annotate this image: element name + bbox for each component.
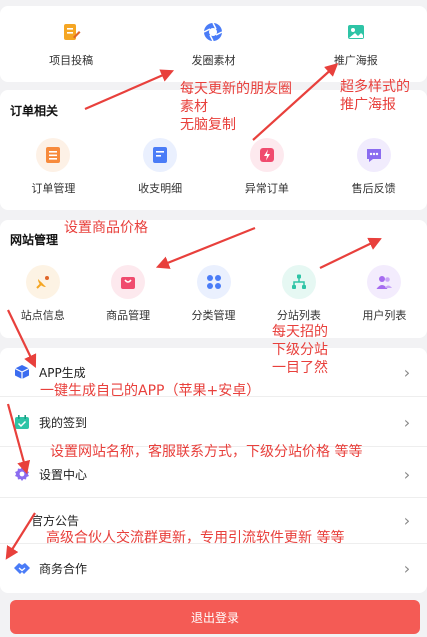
list-icon — [36, 138, 71, 172]
tree-icon — [281, 265, 316, 299]
users-icon — [367, 265, 402, 299]
grid-item-order-management[interactable]: 订单管理 — [0, 138, 107, 196]
alert-bolt-icon — [249, 138, 284, 172]
menu-row-business[interactable]: 商务合作 › — [0, 545, 427, 591]
annotation-settings: 设置网站名称，客服联系方式，下级分站价格 等等 — [50, 444, 363, 460]
grid-item-label: 推广海报 — [333, 54, 378, 67]
grid-item-label: 分类管理 — [191, 309, 236, 322]
grid-item-label: 分站列表 — [276, 309, 321, 322]
image-icon — [344, 20, 368, 44]
section-title-orders: 订单相关 — [10, 104, 59, 118]
chevron-right-icon: › — [403, 464, 411, 484]
satellite-icon — [25, 265, 60, 299]
grid-item-category-management[interactable]: 分类管理 — [171, 265, 256, 323]
grid-item-income-expense[interactable]: 收支明细 — [107, 138, 214, 196]
receipt-icon — [143, 138, 178, 172]
annotation-substations: 每天招的 下级分站 一目了然 — [272, 324, 328, 376]
aperture-icon — [201, 20, 225, 44]
cube-icon — [13, 363, 31, 381]
gear-icon — [13, 465, 31, 483]
grid-item-substation-list[interactable]: 分站列表 — [256, 265, 341, 323]
edit-doc-icon — [59, 20, 83, 44]
grid-item-label: 用户列表 — [362, 309, 407, 322]
megaphone-icon — [13, 511, 31, 529]
grid-item-label: 异常订单 — [244, 182, 289, 195]
grid-item-moments-material[interactable]: 发圈素材 — [142, 20, 284, 68]
grid-item-label: 收支明细 — [138, 182, 183, 195]
annotation-moments: 每天更新的朋友圈 素材 无脑复制 — [180, 81, 292, 133]
chat-icon — [356, 138, 391, 172]
handshake-icon — [13, 559, 31, 577]
menu-row-label: 商务合作 — [39, 561, 88, 576]
chevron-right-icon: › — [403, 362, 411, 382]
annotation-notice: 高级合伙人交流群更新，专用引流软件更新 等等 — [46, 530, 345, 546]
grid-item-label: 商品管理 — [106, 309, 151, 322]
top-grid: 项目投稿 发圈素材 推广海报 — [0, 20, 427, 68]
grid-item-after-sales[interactable]: 售后反馈 — [320, 138, 427, 196]
grid-item-label: 发圈素材 — [191, 54, 236, 67]
section-title-site: 网站管理 — [10, 233, 59, 247]
logout-button[interactable]: 退出登录 — [10, 600, 420, 634]
calendar-check-icon — [13, 413, 31, 431]
grid-item-product-management[interactable]: 商品管理 — [85, 265, 170, 323]
grid-item-label: 项目投稿 — [49, 54, 94, 67]
chevron-right-icon: › — [403, 510, 411, 530]
site-grid: 站点信息 商品管理 分类管理 分站列表 用户列表 — [0, 265, 427, 323]
category-grid-icon — [196, 265, 231, 299]
menu-row-label: 我的签到 — [39, 415, 88, 430]
annotation-price: 设置商品价格 — [64, 220, 148, 236]
chevron-right-icon: › — [403, 412, 411, 432]
grid-item-label: 订单管理 — [31, 182, 76, 195]
grid-item-promo-poster[interactable]: 推广海报 — [285, 20, 427, 68]
grid-item-user-list[interactable]: 用户列表 — [342, 265, 427, 323]
annotation-posters: 超多样式的 推广海报 — [340, 79, 410, 113]
grid-item-label: 售后反馈 — [351, 182, 396, 195]
grid-item-label: 站点信息 — [20, 309, 65, 322]
grid-item-project-submit[interactable]: 项目投稿 — [0, 20, 142, 68]
menu-row-label: 设置中心 — [39, 467, 88, 482]
menu-row-label: 官方公告 — [31, 513, 80, 528]
shopping-bag-icon — [111, 265, 146, 299]
chevron-right-icon: › — [403, 558, 411, 578]
grid-item-abnormal-order[interactable]: 异常订单 — [214, 138, 321, 196]
annotation-app: 一键生成自己的APP（苹果+安卓） — [40, 383, 261, 399]
menu-row-checkin[interactable]: 我的签到 › — [0, 399, 427, 445]
orders-grid: 订单管理 收支明细 异常订单 售后反馈 — [0, 138, 427, 196]
grid-item-site-info[interactable]: 站点信息 — [0, 265, 85, 323]
menu-row-label: APP生成 — [39, 365, 86, 380]
